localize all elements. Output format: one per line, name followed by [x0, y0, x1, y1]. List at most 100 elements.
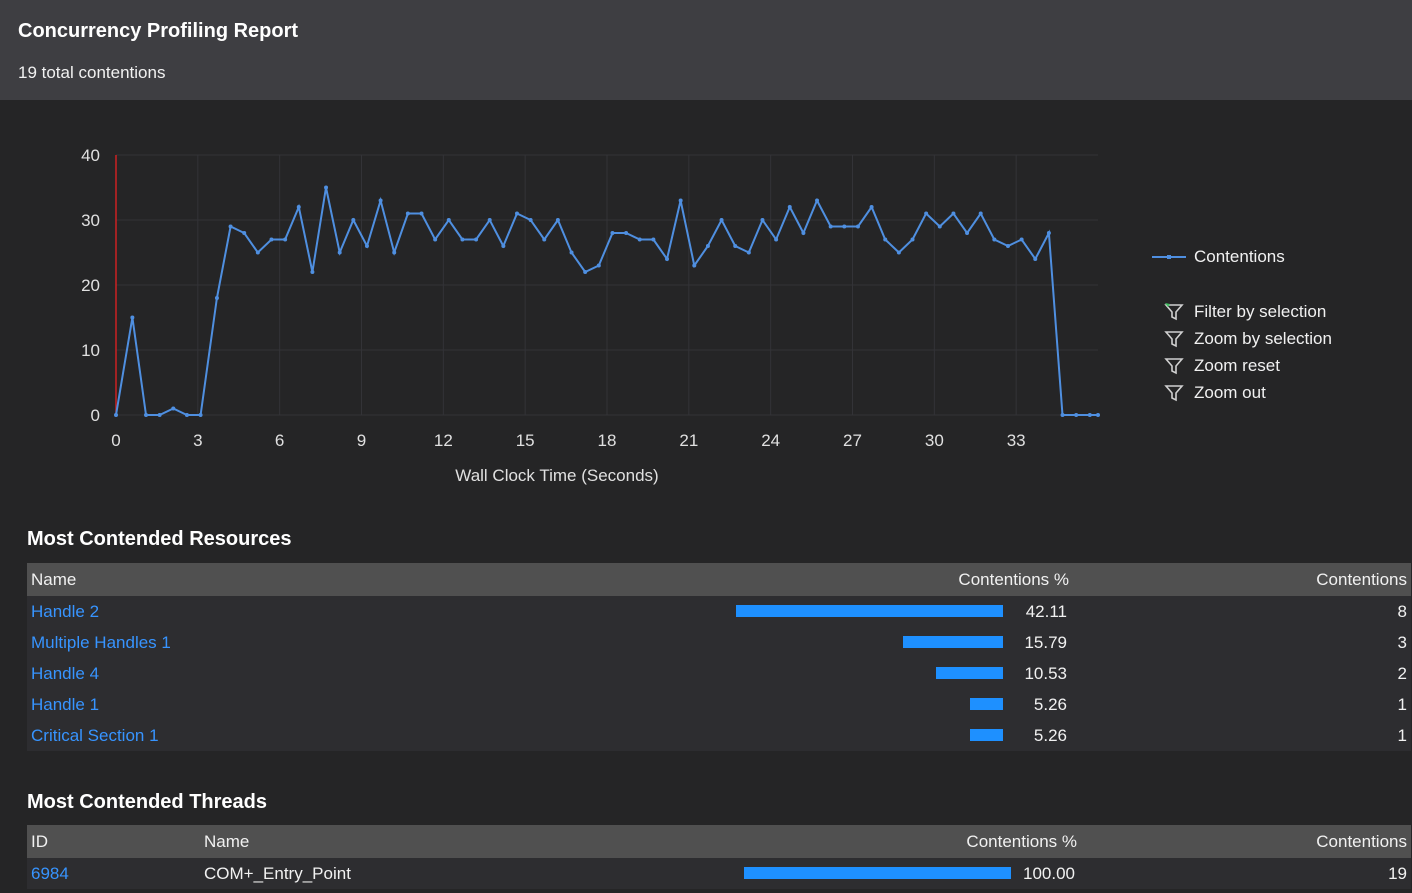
column-header-contentions[interactable]: Contentions: [1081, 825, 1411, 858]
data-point: [992, 237, 997, 242]
contentions-pct-cell: 5.26: [635, 689, 1073, 720]
y-tick-label: 40: [81, 146, 100, 165]
data-point: [269, 237, 274, 242]
data-point: [651, 237, 656, 242]
data-point: [419, 211, 424, 216]
contentions-pct-cell: 100.00: [643, 858, 1081, 889]
chart-legend: Contentions Filter by selection Zoom by …: [1152, 246, 1402, 406]
column-header-contentions[interactable]: Contentions: [1073, 563, 1411, 596]
data-point: [965, 231, 970, 235]
contentions-line-chart[interactable]: 0 10 20 30 40 0 3 6 9 12 15 18 21 24 27 30 33 Wall Clock …: [2, 100, 1142, 500]
legend-series-contentions[interactable]: Contentions: [1152, 246, 1402, 268]
data-point: [184, 413, 189, 417]
column-header-id[interactable]: ID: [27, 825, 200, 858]
data-point: [214, 296, 219, 300]
thread-id-link[interactable]: 6984: [27, 858, 200, 889]
column-header-thread-name[interactable]: Name: [200, 825, 643, 858]
x-tick-label: 33: [1007, 431, 1026, 450]
funnel-icon: [1164, 357, 1184, 374]
contentions-pct-bar: [936, 667, 1003, 679]
resource-name-link[interactable]: Multiple Handles 1: [27, 627, 635, 658]
resources-header-row: Name Contentions % Contentions: [27, 563, 1411, 596]
column-header-contentions-pct[interactable]: Contentions %: [643, 825, 1081, 858]
data-point: [242, 231, 247, 235]
contentions-pct-bar: [969, 729, 1003, 741]
chart-actions: Filter by selection Zoom by selection Zo…: [1152, 298, 1402, 406]
x-tick-label: 24: [761, 431, 780, 450]
thread-name: COM+_Entry_Point: [204, 863, 351, 883]
data-point: [1096, 413, 1100, 417]
data-point: [446, 218, 451, 222]
x-tick-label: 9: [357, 431, 366, 450]
resource-name-link[interactable]: Handle 1: [27, 689, 635, 720]
resource-name-link[interactable]: Critical Section 1: [27, 720, 635, 751]
table-row[interactable]: 6984 COM+_Entry_Point 100.00 19: [27, 858, 1411, 889]
data-point: [460, 237, 465, 242]
data-point: [198, 413, 203, 417]
data-point: [487, 218, 492, 222]
table-row[interactable]: Handle 4 10.53 2: [27, 658, 1411, 689]
table-row[interactable]: Multiple Handles 1 15.79 3: [27, 627, 1411, 658]
data-point: [801, 231, 806, 235]
data-point: [528, 218, 533, 222]
data-point: [1019, 237, 1024, 242]
data-point: [583, 270, 588, 274]
table-row[interactable]: Critical Section 1 5.26 1: [27, 720, 1411, 751]
contentions-pct-value: 15.79: [1024, 633, 1067, 652]
table-row[interactable]: Handle 1 5.26 1: [27, 689, 1411, 720]
data-point: [746, 250, 751, 255]
contentions-pct-value: 100.00: [1023, 864, 1075, 883]
funnel-icon: [1164, 384, 1184, 401]
data-point: [569, 250, 574, 255]
column-header-name[interactable]: Name: [27, 563, 635, 596]
contentions-pct-bar: [902, 636, 1003, 648]
x-tick-label: 6: [275, 431, 284, 450]
data-point: [842, 224, 847, 229]
data-point: [828, 224, 833, 229]
y-tick-label: 20: [81, 276, 100, 295]
threads-section-title: Most Contended Threads: [27, 791, 268, 813]
column-header-contentions-pct[interactable]: Contentions %: [635, 563, 1073, 596]
contentions-pct-cell: 42.11: [635, 596, 1073, 627]
contentions-pct-cell: 10.53: [635, 658, 1073, 689]
data-point: [1033, 257, 1038, 261]
contentions-count: 1: [1397, 694, 1407, 714]
zoom-by-selection-button[interactable]: Zoom by selection: [1152, 325, 1402, 352]
x-tick-label: 3: [193, 431, 202, 450]
zoom-reset-button[interactable]: Zoom reset: [1152, 352, 1402, 379]
resource-name-link[interactable]: Handle 2: [27, 596, 635, 627]
data-point: [1060, 413, 1065, 417]
data-point: [378, 198, 383, 203]
x-tick-label: 18: [598, 431, 617, 450]
data-point: [364, 244, 369, 248]
data-point: [665, 257, 670, 261]
contentions-count: 3: [1397, 632, 1407, 652]
data-point: [951, 211, 956, 216]
contentions-pct-cell: 15.79: [635, 627, 1073, 658]
data-point: [1087, 413, 1092, 417]
table-row[interactable]: Handle 2 42.11 8: [27, 596, 1411, 627]
contentions-count: 19: [1388, 863, 1407, 883]
legend-line-swatch: [1152, 255, 1186, 259]
data-point: [719, 218, 724, 222]
x-tick-label: 27: [843, 431, 862, 450]
data-point: [514, 211, 519, 216]
x-tick-label: 30: [925, 431, 944, 450]
x-tick-label: 21: [679, 431, 698, 450]
data-point: [144, 413, 149, 417]
data-point: [787, 205, 792, 209]
y-tick-label: 10: [81, 341, 100, 360]
resource-name-link[interactable]: Handle 4: [27, 658, 635, 689]
x-tick-label: 0: [111, 431, 120, 450]
data-point: [501, 244, 506, 248]
data-point: [283, 237, 288, 242]
x-tick-label: 15: [516, 431, 535, 450]
data-point: [171, 406, 176, 411]
zoom-out-button[interactable]: Zoom out: [1152, 379, 1402, 406]
data-point: [774, 237, 779, 242]
data-point: [351, 218, 356, 222]
filter-by-selection-button[interactable]: Filter by selection: [1152, 298, 1402, 325]
x-axis-label: Wall Clock Time (Seconds): [455, 466, 658, 485]
page-title: Concurrency Profiling Report: [18, 20, 299, 42]
data-point: [924, 211, 929, 216]
